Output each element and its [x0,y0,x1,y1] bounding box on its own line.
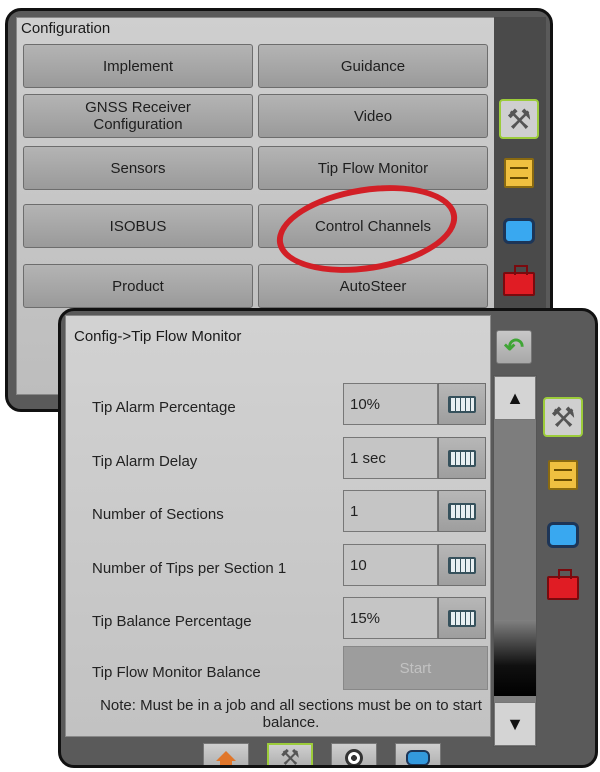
scroll-down-button[interactable]: ▼ [494,702,536,746]
keyboard-button[interactable] [438,597,486,639]
side-tab-bar: ⚒ [539,371,591,671]
tip-flow-monitor-panel: Config->Tip Flow Monitor ↶ Tip Alarm Per… [58,308,598,768]
page-title: Config->Tip Flow Monitor [74,328,242,345]
tab-display[interactable] [499,211,539,251]
scroll-thumb[interactable] [494,620,536,696]
tip-flow-monitor-balance-label: Tip Flow Monitor Balance [92,664,261,681]
tab-display[interactable] [543,515,583,555]
balance-note: Note: Must be in a job and all sections … [100,697,482,731]
page-title: Configuration [21,20,111,37]
tip-balance-percentage-field[interactable]: 15% [343,597,438,639]
tab-configuration[interactable]: ⚒ [499,99,539,139]
home-icon [216,751,236,765]
tip-alarm-percentage-field[interactable]: 10% [343,383,438,425]
tab-data[interactable] [543,455,583,495]
tools-icon: ⚒ [280,745,300,768]
gnss-receiver-configuration-button[interactable]: GNSS Receiver Configuration [23,94,253,138]
keyboard-icon [448,502,476,520]
start-balance-button[interactable]: Start [343,646,488,690]
gps-icon [345,749,363,765]
isobus-button[interactable]: ISOBUS [23,204,253,248]
number-of-tips-per-section-field[interactable]: 10 [343,544,438,586]
bottom-nav: ⚒ [191,739,481,768]
tools-icon: ⚒ [550,401,576,433]
gps-nav-button[interactable] [331,743,377,765]
tab-data[interactable] [499,153,539,193]
file-cabinet-icon [548,460,578,490]
number-of-tips-per-section-label: Number of Tips per Section 1 [92,560,287,577]
number-of-sections-label: Number of Sections [92,506,224,523]
tab-configuration[interactable]: ⚒ [543,397,583,437]
monitor-icon [503,218,535,244]
keyboard-icon [448,395,476,413]
back-arrow-icon: ↶ [503,333,525,361]
keyboard-button[interactable] [438,437,486,479]
guidance-button[interactable]: Guidance [258,44,488,88]
tab-tools[interactable] [499,261,539,301]
tip-alarm-percentage-label: Tip Alarm Percentage [92,399,236,416]
home-button[interactable] [203,743,249,765]
scroll-up-button[interactable]: ▲ [494,376,536,420]
configuration-nav-button[interactable]: ⚒ [267,743,313,768]
keyboard-button[interactable] [438,490,486,532]
tip-flow-monitor-settings: Config->Tip Flow Monitor ↶ Tip Alarm Per… [65,315,532,737]
tip-alarm-delay-label: Tip Alarm Delay [92,453,198,470]
triangle-down-icon: ▼ [506,713,524,734]
file-cabinet-icon [504,158,534,188]
implement-button[interactable]: Implement [23,44,253,88]
autosteer-button[interactable]: AutoSteer [258,264,488,308]
back-button[interactable]: ↶ [496,330,532,364]
product-button[interactable]: Product [23,264,253,308]
toggle-icon [406,750,430,765]
toolbox-icon [503,265,535,296]
keyboard-button[interactable] [438,544,486,586]
tip-balance-percentage-label: Tip Balance Percentage [92,613,252,630]
keyboard-icon [448,449,476,467]
scrollbar[interactable]: ▲ ▼ [493,375,537,747]
toggle-nav-button[interactable] [395,743,441,765]
keyboard-button[interactable] [438,383,486,425]
keyboard-icon [448,609,476,627]
sensors-button[interactable]: Sensors [23,146,253,190]
tip-alarm-delay-field[interactable]: 1 sec [343,437,438,479]
video-button[interactable]: Video [258,94,488,138]
keyboard-icon [448,556,476,574]
monitor-icon [547,522,579,548]
tab-tools[interactable] [543,565,583,605]
number-of-sections-field[interactable]: 1 [343,490,438,532]
tip-flow-monitor-button[interactable]: Tip Flow Monitor [258,146,488,190]
toolbox-icon [547,569,579,600]
triangle-up-icon: ▲ [506,387,524,408]
tools-icon: ⚒ [506,103,532,135]
